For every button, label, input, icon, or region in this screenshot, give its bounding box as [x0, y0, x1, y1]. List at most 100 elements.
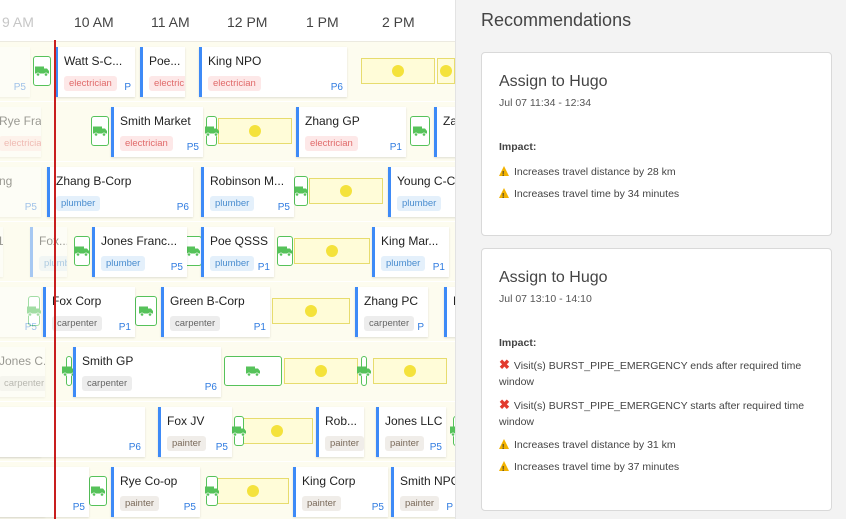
visit-name: Smith GP [82, 354, 134, 368]
warning-icon [499, 439, 509, 456]
visit-card[interactable]: Smith GP carpenter P6 [73, 347, 221, 397]
recommendation-card[interactable]: Assign to Hugo Jul 07 11:34 - 12:34 Impa… [481, 52, 832, 236]
truck-icon[interactable] [232, 416, 246, 446]
truck-icon[interactable] [205, 476, 219, 506]
visit-card[interactable]: Rye Co-op painter P5 [111, 467, 200, 517]
skill-tag: plumber [101, 256, 146, 271]
impact-text: Increases travel distance by 28 km [514, 166, 676, 178]
time-window-slot[interactable] [241, 418, 313, 444]
visit-name: Rye Co-op [120, 474, 178, 488]
visit-card[interactable]: Jones C... carpenter [0, 347, 45, 397]
truck-icon[interactable] [204, 116, 219, 146]
priority-label: P6 [204, 382, 217, 393]
visit-name: Green B-Corp [170, 294, 245, 308]
visit-card[interactable]: Smith NPC painter P [391, 467, 455, 517]
priority-label: P5 [13, 82, 26, 93]
time-window-slot[interactable] [272, 298, 350, 324]
visit-name: Fox JV [167, 414, 205, 428]
visit-card[interactable]: Smith Market electrician P5 [111, 107, 203, 157]
visit-card[interactable]: L.P [0, 227, 3, 277]
truck-icon[interactable] [33, 56, 51, 86]
visit-name: Zan [443, 114, 455, 128]
clock-icon [247, 485, 259, 497]
time-window-slot[interactable] [373, 358, 447, 384]
time-window-slot[interactable] [309, 178, 383, 204]
time-window-slot[interactable] [361, 58, 435, 84]
schedule-timeline[interactable]: 9 AM 10 AM 11 AM 12 PM 1 PM 2 PM P5 Watt S-C..… [0, 0, 455, 519]
timeline-row: L.P Fox... plumber Jones Franc... plumber P5 P… [0, 222, 455, 282]
visit-card[interactable]: P5 [0, 467, 89, 517]
visit-card[interactable]: Rye Franchise electrician [0, 107, 41, 157]
visit-card[interactable]: King Mar... plumber P1 [372, 227, 449, 277]
priority-label: P [446, 502, 453, 513]
visit-name: Watt S-C... [64, 54, 123, 68]
impact-text: Visit(s) BURST_PIPE_EMERGENCY starts aft… [499, 400, 805, 428]
clock-icon [392, 65, 404, 77]
visit-card[interactable]: Poe... electric [140, 47, 185, 97]
truck-icon[interactable] [357, 356, 371, 386]
truck-icon[interactable] [74, 236, 90, 266]
timeline-row: Green PCpainterP5Rye Co-oppainterP5King … [0, 462, 455, 519]
truck-icon[interactable] [91, 116, 109, 146]
visit-card[interactable]: ng P5 [0, 167, 41, 217]
visit-card[interactable]: P6 [0, 407, 145, 457]
visit-card[interactable]: Fox JV painter P5 [158, 407, 232, 457]
visit-card[interactable]: Rob... painter [316, 407, 364, 457]
hour-label: 2 PM [382, 14, 415, 30]
time-window-slot[interactable] [437, 58, 455, 84]
timeline-header: 9 AM 10 AM 11 AM 12 PM 1 PM 2 PM [0, 0, 455, 42]
visit-card[interactable]: Fox... plumber [30, 227, 67, 277]
clock-icon [340, 185, 352, 197]
visit-card[interactable]: Zhang PC carpenter P [355, 287, 428, 337]
priority-label: P1 [118, 322, 131, 333]
truck-icon[interactable] [224, 356, 282, 386]
time-window-slot[interactable] [217, 478, 289, 504]
visit-card[interactable]: Zhang GP electrician P1 [296, 107, 406, 157]
visit-card[interactable]: Young C-Co plumber [388, 167, 455, 217]
visit-name: Fox... [39, 234, 67, 248]
visit-name: Poe... [149, 54, 181, 68]
visit-card[interactable]: Green B-Corp carpenter P1 [161, 287, 270, 337]
visit-card[interactable]: Poe QSSS plumber P1 [201, 227, 274, 277]
visit-card[interactable]: King NPO electrician P6 [199, 47, 347, 97]
visit-name: Zhang B-Corp [56, 174, 132, 188]
visit-card[interactable]: P5 [0, 47, 30, 97]
truck-icon[interactable] [277, 236, 293, 266]
hour-label: 10 AM [74, 14, 114, 30]
skill-tag: painter [400, 496, 440, 511]
visit-card[interactable]: R [444, 287, 455, 337]
recommendation-time: Jul 07 11:34 - 12:34 [499, 97, 592, 109]
priority-label: P1 [257, 262, 270, 273]
visit-card[interactable]: King Corp painter P5 [293, 467, 388, 517]
visit-card[interactable]: Jones LLC painter P5 [376, 407, 446, 457]
truck-icon[interactable] [135, 296, 157, 326]
skill-tag: electrician [305, 136, 358, 151]
timeline-row: P5 Fox Corp carpenter P1 Green B-Corp carpent… [0, 282, 455, 342]
truck-icon[interactable] [410, 116, 430, 146]
time-window-slot[interactable] [294, 238, 370, 264]
visit-name: Poe QSSS [210, 234, 269, 248]
truck-icon[interactable] [294, 176, 308, 206]
visit-card[interactable]: P5 [0, 287, 41, 337]
visit-card[interactable]: Jones Franc... plumber P5 [92, 227, 187, 277]
priority-label: P6 [176, 202, 189, 213]
skill-tag: painter [167, 436, 207, 451]
visit-name: Robinson M... [210, 174, 285, 188]
time-window-slot[interactable] [284, 358, 358, 384]
time-window-slot[interactable] [218, 118, 292, 144]
visit-card[interactable]: Zan [434, 107, 455, 157]
priority-label: P1 [253, 322, 266, 333]
visit-card[interactable]: Watt S-C... electrician P [55, 47, 135, 97]
visit-name: Jones LLC [385, 414, 443, 428]
truck-icon[interactable] [62, 356, 76, 386]
priority-label: P5 [371, 502, 384, 513]
recommendation-card[interactable]: Assign to Hugo Jul 07 13:10 - 14:10 Impa… [481, 248, 832, 511]
timeline-row: Jones C... carpenter Smith GP carpenter P6 [0, 342, 455, 402]
visit-name: ng [0, 174, 13, 188]
skill-tag: painter [325, 436, 364, 451]
visit-card[interactable]: Zhang B-Corp plumber P6 [47, 167, 193, 217]
skill-tag: painter [385, 436, 425, 451]
truck-icon[interactable] [89, 476, 107, 506]
visit-card[interactable]: Robinson M... plumber P5 [201, 167, 294, 217]
visit-card[interactable]: Fox Corp carpenter P1 [43, 287, 135, 337]
